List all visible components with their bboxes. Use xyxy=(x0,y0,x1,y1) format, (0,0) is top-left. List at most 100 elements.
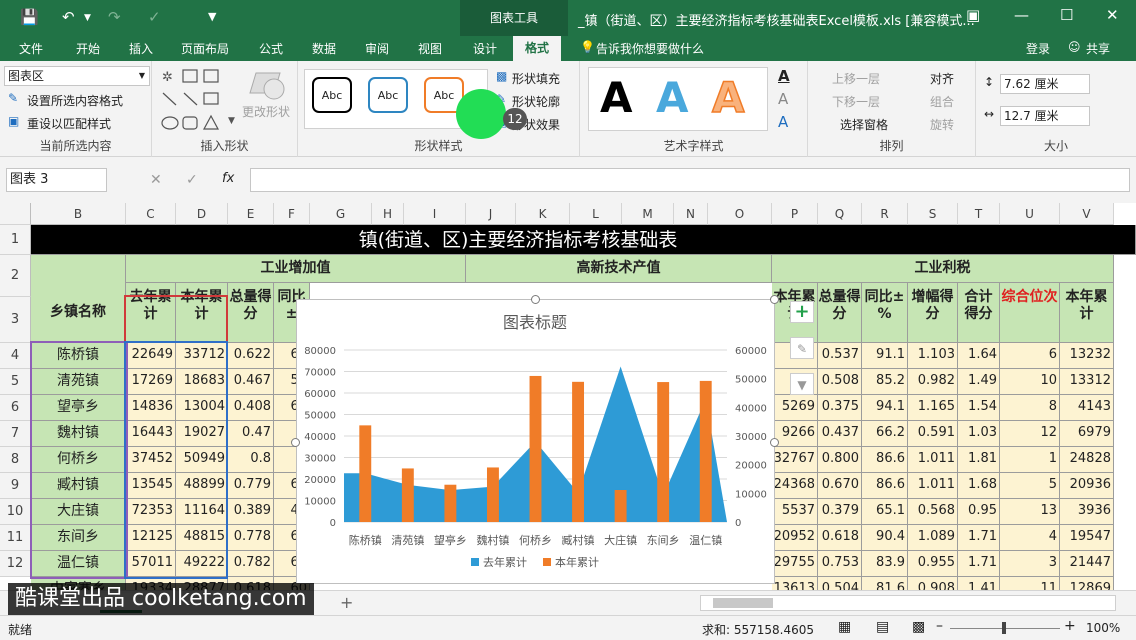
data-cell[interactable]: 91.1 xyxy=(862,343,908,369)
shape-fill-button[interactable]: 形状填充 xyxy=(512,70,560,87)
data-cell[interactable]: 24368 xyxy=(772,473,818,499)
maximize-icon[interactable]: ☐ xyxy=(1060,6,1073,24)
data-cell[interactable]: 0.622 xyxy=(228,343,274,369)
data-cell[interactable]: 1 xyxy=(1000,447,1060,473)
align-button[interactable]: 对齐 xyxy=(930,70,954,87)
data-cell[interactable]: 4143 xyxy=(1060,395,1114,421)
column-header[interactable]: H xyxy=(372,203,404,225)
select-all-corner[interactable] xyxy=(0,203,31,225)
tab-design[interactable]: 设计 xyxy=(473,40,497,57)
insert-function-button[interactable]: fx xyxy=(222,171,234,186)
save-icon[interactable]: 💾 xyxy=(20,8,39,26)
scrollbar-thumb[interactable] xyxy=(713,598,773,608)
data-cell[interactable]: 72353 xyxy=(126,499,176,525)
group-header[interactable]: 工业增加值 xyxy=(126,255,466,283)
header-cell[interactable]: 增幅得分 xyxy=(908,283,958,343)
row-header[interactable]: 7 xyxy=(0,421,31,447)
data-cell[interactable]: 48899 xyxy=(176,473,228,499)
row-header[interactable]: 8 xyxy=(0,447,31,473)
data-cell[interactable]: 0.782 xyxy=(228,551,274,577)
zoom-level[interactable]: 100% xyxy=(1086,621,1120,635)
data-cell[interactable]: 20952 xyxy=(772,525,818,551)
data-cell[interactable]: 0.955 xyxy=(908,551,958,577)
resize-handle[interactable] xyxy=(531,295,540,304)
column-header[interactable]: I xyxy=(404,203,466,225)
data-cell[interactable]: 0.504 xyxy=(818,577,862,590)
chart-area[interactable]: 图表标题 0 10000 20000 30000 40000 50000 60000 70000… xyxy=(296,299,775,584)
data-cell[interactable]: 1.64 xyxy=(958,343,1000,369)
ribbon-display-icon[interactable]: ▣ xyxy=(966,6,980,24)
page-layout-view-icon[interactable]: ▤ xyxy=(876,619,889,635)
data-cell[interactable]: 5537 xyxy=(772,499,818,525)
data-cell[interactable]: 0.408 xyxy=(228,395,274,421)
header-cell[interactable]: 去年累计 xyxy=(126,283,176,343)
column-header[interactable]: R xyxy=(862,203,908,225)
close-icon[interactable]: ✕ xyxy=(1106,6,1119,24)
header-cell[interactable]: 总量得分 xyxy=(818,283,862,343)
data-cell[interactable]: 3 xyxy=(1000,551,1060,577)
new-sheet-button[interactable]: + xyxy=(340,593,353,612)
tab-view[interactable]: 视图 xyxy=(418,40,442,57)
rotate-button[interactable]: 旋转 xyxy=(930,116,954,133)
data-cell[interactable]: 85.2 xyxy=(862,369,908,395)
data-cell[interactable]: 0.467 xyxy=(228,369,274,395)
column-header[interactable]: C xyxy=(126,203,176,225)
tab-data[interactable]: 数据 xyxy=(312,40,336,57)
data-cell[interactable]: 4 xyxy=(1000,525,1060,551)
data-cell[interactable]: 0.618 xyxy=(818,525,862,551)
data-cell[interactable]: 1.49 xyxy=(958,369,1000,395)
send-backward-button[interactable]: 下移一层 xyxy=(832,93,880,110)
column-header[interactable]: U xyxy=(1000,203,1060,225)
column-header[interactable]: O xyxy=(708,203,772,225)
column-header[interactable]: E xyxy=(228,203,274,225)
data-cell[interactable]: 0.379 xyxy=(818,499,862,525)
town-name-cell[interactable]: 清苑镇 xyxy=(31,369,126,395)
data-cell[interactable]: 0.95 xyxy=(958,499,1000,525)
header-cell[interactable]: 总量得分 xyxy=(228,283,274,343)
column-header[interactable]: D xyxy=(176,203,228,225)
data-cell[interactable]: 1.165 xyxy=(908,395,958,421)
text-effects-icon[interactable]: A xyxy=(778,113,788,131)
selection-pane-button[interactable]: 选择窗格 xyxy=(840,116,888,133)
tab-home[interactable]: 开始 xyxy=(76,40,100,57)
chart-elements-plus-icon[interactable]: + xyxy=(790,301,814,323)
data-cell[interactable]: 0.508 xyxy=(818,369,862,395)
chart-filter-funnel-icon[interactable]: ▼ xyxy=(790,373,814,395)
tab-review[interactable]: 审阅 xyxy=(365,40,389,57)
data-cell[interactable]: 86.6 xyxy=(862,473,908,499)
data-cell[interactable]: 57011 xyxy=(126,551,176,577)
tab-page-layout[interactable]: 页面布局 xyxy=(181,40,229,57)
data-cell[interactable]: 13545 xyxy=(126,473,176,499)
row-header[interactable]: 2 xyxy=(0,255,31,297)
column-header[interactable]: T xyxy=(958,203,1000,225)
minimize-icon[interactable]: — xyxy=(1014,6,1029,24)
data-cell[interactable]: 94.1 xyxy=(862,395,908,421)
reset-style-button[interactable]: 重设以匹配样式 xyxy=(27,115,111,132)
column-header[interactable]: B xyxy=(31,203,126,225)
resize-handle[interactable] xyxy=(770,438,779,447)
data-cell[interactable]: 13312 xyxy=(1060,369,1114,395)
data-cell[interactable]: 6979 xyxy=(1060,421,1114,447)
column-header[interactable]: J xyxy=(466,203,516,225)
sheet-title[interactable]: 镇(街道、区)主要经济指标考核基础表 xyxy=(31,225,1136,255)
row-header[interactable]: 10 xyxy=(0,499,31,525)
change-shape-button[interactable]: 更改形状 xyxy=(242,103,290,120)
data-cell[interactable]: 33712 xyxy=(176,343,228,369)
data-cell[interactable]: 11164 xyxy=(176,499,228,525)
column-header[interactable]: L xyxy=(570,203,622,225)
row-header[interactable]: 3 xyxy=(0,297,31,343)
column-header[interactable]: M xyxy=(622,203,674,225)
town-name-cell[interactable]: 陈桥镇 xyxy=(31,343,126,369)
bring-forward-button[interactable]: 上移一层 xyxy=(832,70,880,87)
column-header[interactable]: F xyxy=(274,203,310,225)
enter-icon[interactable]: ✓ xyxy=(186,172,198,188)
town-name-cell[interactable]: 魏村镇 xyxy=(31,421,126,447)
undo-dropdown-icon[interactable]: ▼ xyxy=(84,13,91,23)
format-selection-button[interactable]: 设置所选内容格式 xyxy=(27,92,123,109)
data-cell[interactable]: 5269 xyxy=(772,395,818,421)
tab-format[interactable]: 格式 xyxy=(513,36,562,61)
data-cell[interactable]: 83.9 xyxy=(862,551,908,577)
data-cell[interactable]: 12 xyxy=(1000,421,1060,447)
qat-customize-icon[interactable]: ▼ xyxy=(208,10,216,23)
redo-icon[interactable]: ↷ xyxy=(108,8,121,26)
